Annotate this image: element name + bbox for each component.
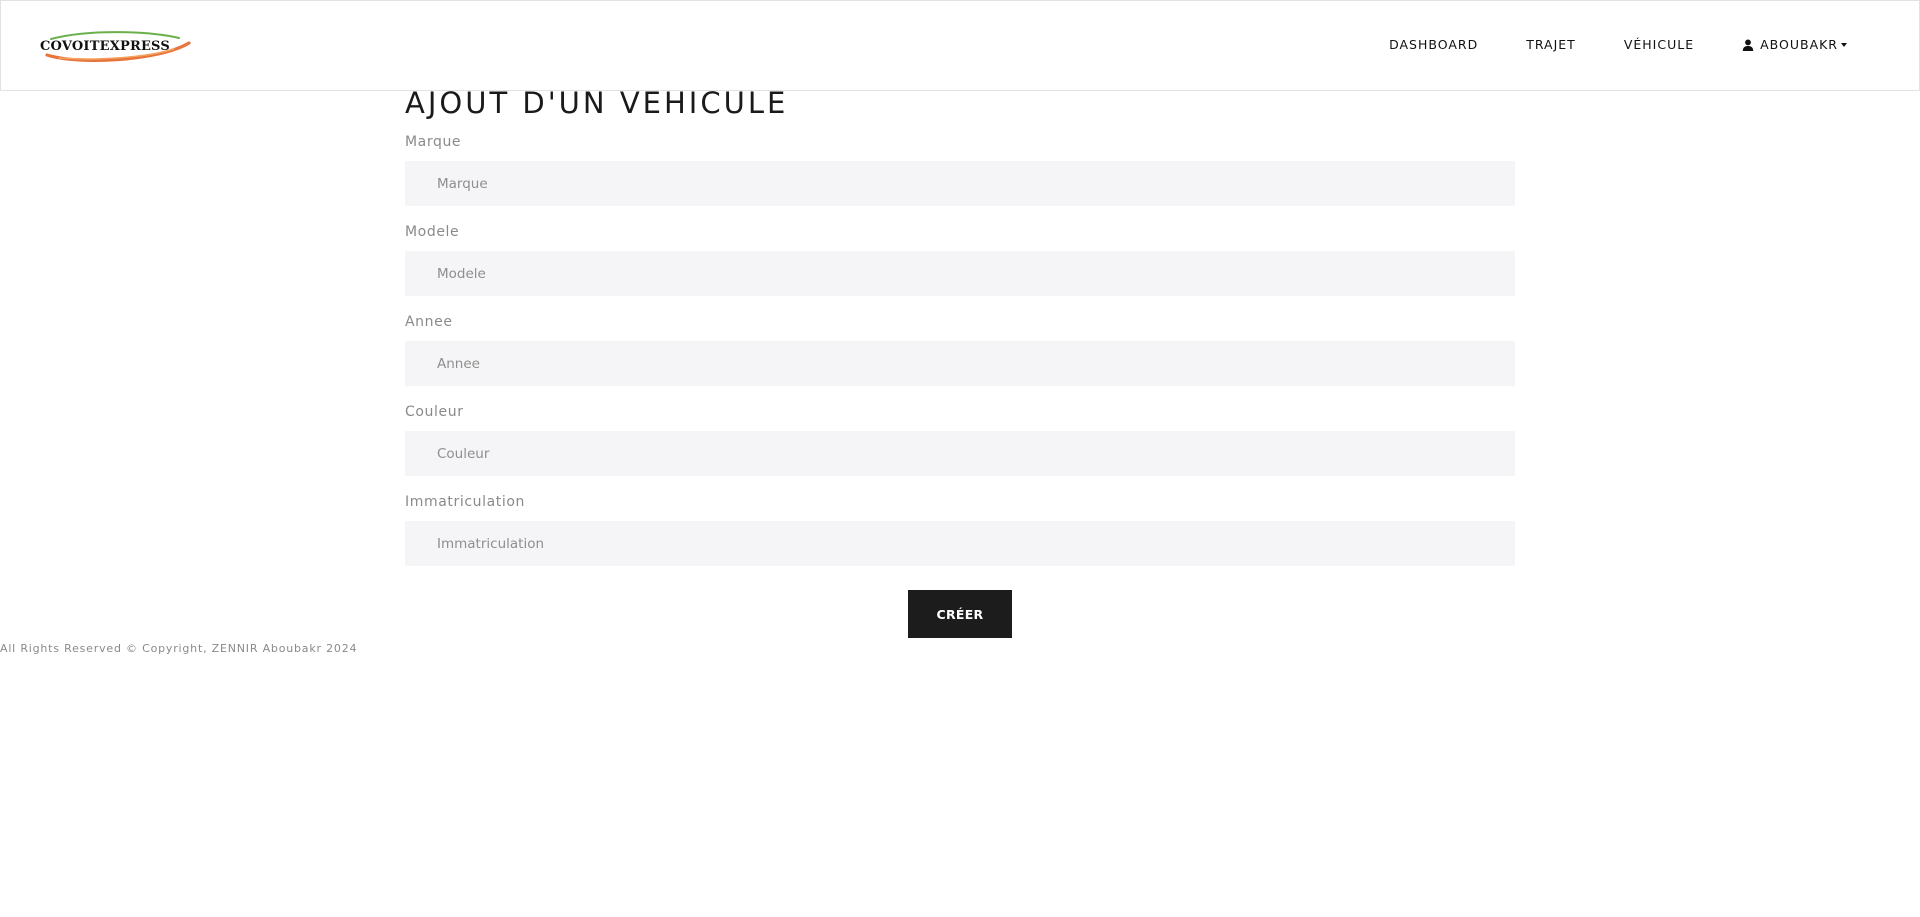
create-button[interactable]: CRÉER: [908, 590, 1012, 638]
modele-label: Modele: [405, 224, 460, 240]
annee-input[interactable]: [405, 341, 1515, 386]
nav-dashboard[interactable]: DASHBOARD: [1389, 37, 1478, 52]
field-couleur: Couleur: [405, 403, 1515, 493]
field-immatriculation: Immatriculation: [405, 493, 1515, 583]
modele-input[interactable]: [405, 251, 1515, 296]
couleur-label: Couleur: [405, 404, 464, 420]
annee-label: Annee: [405, 314, 453, 330]
nav-trajet[interactable]: TRAJET: [1526, 37, 1576, 52]
user-menu-dropdown[interactable]: ABOUBAKR: [1742, 37, 1847, 52]
couleur-input[interactable]: [405, 431, 1515, 476]
caret-down-icon: [1841, 42, 1847, 47]
immatriculation-input[interactable]: [405, 521, 1515, 566]
footer-copyright: All Rights Reserved © Copyright, ZENNIR …: [0, 642, 358, 655]
user-name: ABOUBAKR: [1760, 37, 1838, 52]
marque-label: Marque: [405, 134, 462, 150]
field-marque: Marque: [405, 133, 1515, 223]
field-modele: Modele: [405, 223, 1515, 313]
immatriculation-label: Immatriculation: [405, 494, 525, 510]
brand-logo[interactable]: COVOITEXPRESS: [39, 31, 199, 63]
logo-text: COVOITEXPRESS: [40, 39, 170, 54]
field-annee: Annee: [405, 313, 1515, 403]
nav-vehicule[interactable]: VÉHICULE: [1624, 37, 1694, 52]
navbar: COVOITEXPRESS DASHBOARD TRAJET VÉHICULE …: [0, 0, 1920, 91]
marque-input[interactable]: [405, 161, 1515, 206]
page-title: AJOUT D'UN VEHICULE: [405, 86, 789, 120]
main-nav: DASHBOARD TRAJET VÉHICULE ABOUBAKR: [1389, 37, 1847, 52]
vehicle-form: Marque Modele Annee Couleur Immatriculat…: [405, 133, 1515, 583]
user-icon: [1742, 39, 1754, 51]
